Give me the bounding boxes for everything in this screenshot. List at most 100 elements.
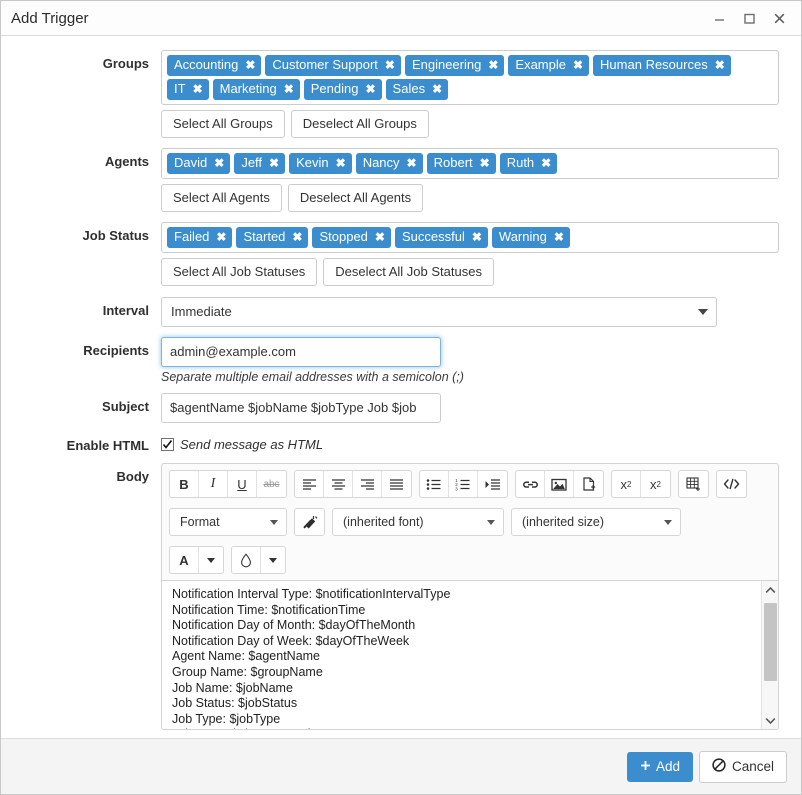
tag-remove-icon[interactable]: ✖	[480, 155, 490, 171]
tag-remove-icon[interactable]: ✖	[573, 57, 583, 73]
text-color-control: A	[169, 546, 224, 574]
tag-remove-icon[interactable]: ✖	[488, 57, 498, 73]
add-button[interactable]: Add	[626, 751, 693, 782]
select-all-job-statuses-button[interactable]: Select All Job Statuses	[161, 258, 318, 286]
align-left-icon[interactable]	[295, 471, 324, 497]
remove-format-icon[interactable]	[295, 509, 324, 535]
tag-remove-icon[interactable]: ✖	[375, 229, 385, 245]
maximize-icon[interactable]	[741, 10, 757, 26]
body-scrollbar[interactable]	[761, 581, 778, 729]
tag-label: Ruth	[506, 155, 535, 170]
bulleted-list-icon[interactable]	[420, 471, 449, 497]
italic-icon[interactable]: I	[199, 471, 228, 497]
tag-remove-icon[interactable]: ✖	[541, 155, 551, 171]
body-textarea[interactable]: Notification Interval Type: $notificatio…	[162, 581, 761, 729]
body-editor-area: Notification Interval Type: $notificatio…	[161, 580, 779, 730]
text-color-button[interactable]: A	[170, 547, 199, 573]
tag-remove-icon[interactable]: ✖	[336, 155, 346, 171]
deselect-all-groups-button[interactable]: Deselect All Groups	[290, 110, 429, 138]
job-status-tag-input[interactable]: Failed ✖ Started ✖ Stopped ✖ Successful ✖ Warnin…	[161, 222, 779, 253]
scrollbar-track[interactable]	[762, 599, 778, 711]
tag-item[interactable]: Stopped ✖	[312, 227, 391, 248]
link-icon[interactable]	[516, 471, 545, 497]
tag-item[interactable]: Human Resources ✖	[593, 55, 731, 76]
tag-remove-icon[interactable]: ✖	[385, 57, 395, 73]
tag-label: Sales	[392, 81, 426, 96]
droplet-icon[interactable]	[232, 547, 261, 573]
tag-item[interactable]: Warning ✖	[491, 227, 570, 248]
tag-remove-icon[interactable]: ✖	[715, 57, 725, 73]
tag-item[interactable]: Accounting ✖	[167, 55, 262, 76]
tag-remove-icon[interactable]: ✖	[284, 81, 294, 97]
select-all-agents-button[interactable]: Select All Agents	[161, 184, 282, 212]
tag-item[interactable]: Kevin ✖	[289, 153, 352, 174]
tag-item[interactable]: Successful ✖	[394, 227, 488, 248]
deselect-all-job-statuses-button[interactable]: Deselect All Job Statuses	[323, 258, 494, 286]
scroll-down-icon[interactable]	[765, 711, 776, 729]
size-select[interactable]: (inherited size)	[511, 508, 681, 536]
interval-select-wrapper: Immediate	[161, 297, 717, 327]
tag-item[interactable]: Started ✖	[236, 227, 309, 248]
tag-remove-icon[interactable]: ✖	[292, 229, 302, 245]
align-right-icon[interactable]	[353, 471, 382, 497]
tag-item[interactable]: Nancy ✖	[355, 153, 423, 174]
tag-remove-icon[interactable]: ✖	[365, 81, 375, 97]
underline-icon[interactable]: U	[228, 471, 257, 497]
enable-html-label: Enable HTML	[66, 438, 149, 453]
strikethrough-icon[interactable]: abc	[257, 471, 286, 497]
superscript-icon[interactable]: x2	[641, 471, 670, 497]
indent-icon[interactable]	[478, 471, 507, 497]
deselect-all-agents-button[interactable]: Deselect All Agents	[287, 184, 424, 212]
minimize-icon[interactable]	[711, 10, 727, 26]
tag-remove-icon[interactable]: ✖	[554, 229, 564, 245]
scrollbar-thumb[interactable]	[764, 603, 777, 681]
tag-remove-icon[interactable]: ✖	[216, 229, 226, 245]
cancel-button[interactable]: Cancel	[698, 750, 787, 783]
tag-item[interactable]: IT ✖	[167, 79, 209, 100]
subject-input[interactable]: $agentName $jobName $jobType Job $job	[161, 393, 441, 423]
tag-remove-icon[interactable]: ✖	[269, 155, 279, 171]
tag-item[interactable]: Customer Support ✖	[265, 55, 401, 76]
tag-remove-icon[interactable]: ✖	[193, 81, 203, 97]
source-code-icon[interactable]	[717, 471, 746, 497]
tag-remove-icon[interactable]: ✖	[432, 81, 442, 97]
groups-tag-input[interactable]: Accounting ✖ Customer Support ✖ Engineering ✖…	[161, 50, 779, 105]
enable-html-check-row: Send message as HTML	[161, 432, 783, 452]
agents-tag-input[interactable]: David ✖ Jeff ✖ Kevin ✖ Nancy ✖ Robert ✖ Ruth ✖	[161, 148, 779, 179]
interval-select[interactable]: Immediate	[161, 297, 717, 327]
tag-item[interactable]: Ruth ✖	[499, 153, 558, 174]
tag-item[interactable]: Example ✖	[508, 55, 590, 76]
insert-table-icon[interactable]	[679, 471, 708, 497]
tag-item[interactable]: Sales ✖	[385, 79, 449, 100]
tag-item[interactable]: Pending ✖	[303, 79, 382, 100]
tag-item[interactable]: Jeff ✖	[234, 153, 286, 174]
recipients-input[interactable]: admin@example.com	[161, 337, 441, 367]
tag-remove-icon[interactable]: ✖	[472, 229, 482, 245]
toolbar-group-table	[678, 470, 709, 498]
tag-remove-icon[interactable]: ✖	[214, 155, 224, 171]
background-color-dropdown-arrow[interactable]	[261, 547, 285, 573]
text-color-dropdown-arrow[interactable]	[199, 547, 223, 573]
font-select[interactable]: (inherited font)	[332, 508, 504, 536]
image-icon[interactable]	[545, 471, 574, 497]
tag-label: Marketing	[219, 81, 277, 96]
align-center-icon[interactable]	[324, 471, 353, 497]
select-all-groups-button[interactable]: Select All Groups	[161, 110, 285, 138]
tag-item[interactable]: David ✖	[167, 153, 231, 174]
tag-remove-icon[interactable]: ✖	[245, 57, 255, 73]
align-justify-icon[interactable]	[382, 471, 411, 497]
tag-item[interactable]: Robert ✖	[426, 153, 496, 174]
numbered-list-icon[interactable]: 123	[449, 471, 478, 497]
bold-icon[interactable]: B	[170, 471, 199, 497]
page-break-icon[interactable]	[574, 471, 603, 497]
close-icon[interactable]	[771, 10, 787, 26]
subscript-icon[interactable]: x2	[612, 471, 641, 497]
send-as-html-checkbox[interactable]	[161, 438, 174, 451]
tag-item[interactable]: Marketing ✖	[212, 79, 300, 100]
scroll-up-icon[interactable]	[765, 581, 776, 599]
tag-remove-icon[interactable]: ✖	[407, 155, 417, 171]
tag-item[interactable]: Failed ✖	[167, 227, 233, 248]
format-select[interactable]: Format	[169, 508, 287, 536]
tag-item[interactable]: Engineering ✖	[404, 55, 505, 76]
dialog-footer: Add Cancel	[1, 738, 801, 794]
